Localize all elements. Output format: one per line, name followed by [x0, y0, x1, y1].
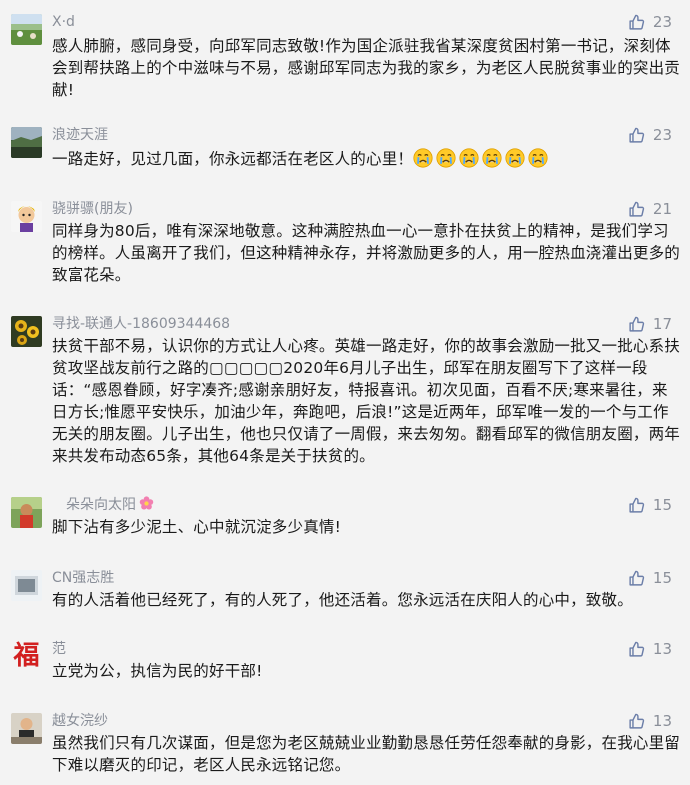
- comment-text: 扶贫干部不易，认识你的方式让人心疼。英雄一路走好，你的故事会激励一批又一批心系扶…: [52, 337, 681, 465]
- like-button[interactable]: 15: [628, 567, 672, 589]
- comment-text: 一路走好，见过几面，你永远都活在老区人的心里！: [52, 148, 680, 170]
- comment-username[interactable]: 骁骈骠(朋友): [52, 199, 133, 219]
- comment-text: 感人肺腑，感同身受，向邱军同志致敬!作为国企派驻我省某深度贫困村第一书记，深刻体…: [52, 37, 681, 99]
- like-count: 15: [652, 496, 672, 514]
- avatar-calligraphy: 福: [13, 641, 40, 671]
- comment-username[interactable]: 寻找-联通人-18609344468: [52, 314, 230, 334]
- like-count: 13: [652, 712, 672, 730]
- crying-face-icon: [413, 148, 433, 168]
- avatar[interactable]: [11, 201, 42, 232]
- crying-face-icon: [528, 148, 548, 168]
- avatar[interactable]: [11, 497, 42, 528]
- avatar[interactable]: 福: [11, 641, 42, 672]
- comment-text: 脚下沾有多少泥土、心中就沉淀多少真情!: [52, 518, 342, 536]
- like-count: 17: [652, 315, 672, 333]
- like-count: 23: [652, 13, 672, 31]
- like-button[interactable]: 21: [628, 198, 672, 220]
- like-button[interactable]: 23: [628, 124, 672, 146]
- crying-face-icon: [436, 148, 456, 168]
- avatar[interactable]: [11, 570, 42, 601]
- comment-username[interactable]: 朵朵向太阳: [52, 495, 155, 515]
- like-button[interactable]: 13: [628, 710, 672, 732]
- comment-username[interactable]: 越女浣纱: [52, 711, 108, 731]
- thumbs-up-icon: [628, 127, 645, 144]
- avatar[interactable]: [11, 127, 42, 158]
- comment-text-body: 一路走好，见过几面，你永远都活在老区人的心里！: [52, 150, 414, 168]
- thumbs-up-icon: [628, 316, 645, 333]
- like-button[interactable]: 15: [628, 494, 672, 516]
- comment-username[interactable]: CN强志胜: [52, 568, 114, 588]
- crying-face-icon: [459, 148, 479, 168]
- comment-text: 虽然我们只有几次谋面，但是您为老区兢兢业业勤勤恳恳任劳任怨奉献的身影，在我心里留…: [52, 734, 681, 774]
- flower-icon: [138, 496, 155, 513]
- thumbs-up-icon: [628, 201, 645, 218]
- like-button[interactable]: 13: [628, 638, 672, 660]
- comment-text: 有的人活着他已经死了，有的人死了，他还活着。您永远活在庆阳人的心中，致敬。: [52, 591, 633, 609]
- comment-list: X·d 23 感人肺腑，感同身受，向邱军同志致敬!作为国企派驻我省某深度贫困村第…: [0, 0, 690, 785]
- avatar[interactable]: [11, 14, 42, 45]
- comment-username[interactable]: X·d: [52, 12, 75, 32]
- thumbs-up-icon: [628, 497, 645, 514]
- emoji-group: [413, 148, 551, 168]
- thumbs-up-icon: [628, 570, 645, 587]
- avatar[interactable]: [11, 713, 42, 744]
- comment-text: 立党为公，执信为民的好干部!: [52, 662, 263, 680]
- like-button[interactable]: 17: [628, 313, 672, 335]
- like-count: 15: [652, 569, 672, 587]
- like-count: 13: [652, 640, 672, 658]
- comment-username[interactable]: 范: [52, 639, 66, 659]
- username-text: 朵朵向太阳: [66, 497, 136, 513]
- avatar[interactable]: [11, 316, 42, 347]
- crying-face-icon: [505, 148, 525, 168]
- comment-text: 同样身为80后，唯有深深地敬意。这种满腔热血一心一意扑在扶贫上的精神，是我们学习…: [52, 222, 681, 284]
- comment-username[interactable]: 浪迹天涯: [52, 125, 108, 145]
- like-count: 21: [652, 200, 672, 218]
- thumbs-up-icon: [628, 641, 645, 658]
- thumbs-up-icon: [628, 713, 645, 730]
- like-count: 23: [652, 126, 672, 144]
- like-button[interactable]: 23: [628, 11, 672, 33]
- crying-face-icon: [482, 148, 502, 168]
- thumbs-up-icon: [628, 14, 645, 31]
